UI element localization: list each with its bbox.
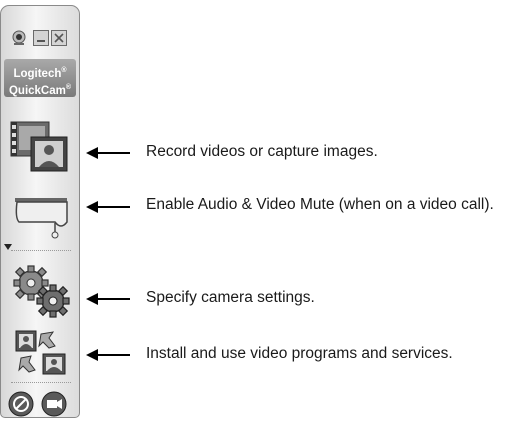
callout-label-settings: Specify camera settings. [146, 289, 315, 306]
callout-arrow-mute [86, 201, 130, 213]
callout-arrow-settings [86, 293, 130, 305]
camera-settings-button[interactable] [9, 261, 73, 321]
video-camera-button[interactable] [41, 391, 67, 417]
logo-line-2: QuickCam [8, 84, 66, 97]
callout-label-record: Record videos or capture images. [146, 143, 378, 160]
callout-arrow-services [86, 349, 130, 361]
logo-registered-mark-1: ® [61, 67, 67, 74]
title-bar [11, 30, 73, 48]
webcam-icon[interactable] [11, 30, 27, 46]
help-icon [8, 391, 34, 417]
film-capture-icon [10, 121, 68, 172]
video-camera-icon [41, 391, 67, 417]
logitech-quickcam-logo: Logitech® QuickCam® [4, 59, 76, 97]
separator [11, 250, 71, 251]
callout-label-services: Install and use video programs and servi… [146, 345, 453, 362]
close-icon[interactable] [51, 30, 67, 46]
logo-line-1: Logitech [13, 67, 62, 80]
record-capture-button[interactable] [9, 119, 73, 175]
callout-arrow-record [86, 147, 130, 159]
logo-registered-mark-2: ® [65, 83, 72, 91]
minimize-icon[interactable] [33, 30, 49, 46]
callout-label-mute: Enable Audio & Video Mute (when on a vid… [146, 196, 494, 213]
audio-video-mute-button[interactable] [11, 192, 73, 244]
separator [11, 382, 71, 383]
video-services-button[interactable] [13, 328, 71, 378]
help-button[interactable] [8, 391, 34, 417]
expand-triangle-icon[interactable] [4, 244, 12, 250]
video-services-icon [15, 330, 66, 375]
mute-screen-icon [15, 198, 68, 239]
quickcam-sidebar: Logitech® QuickCam® [0, 5, 80, 418]
settings-gears-icon [13, 265, 70, 318]
